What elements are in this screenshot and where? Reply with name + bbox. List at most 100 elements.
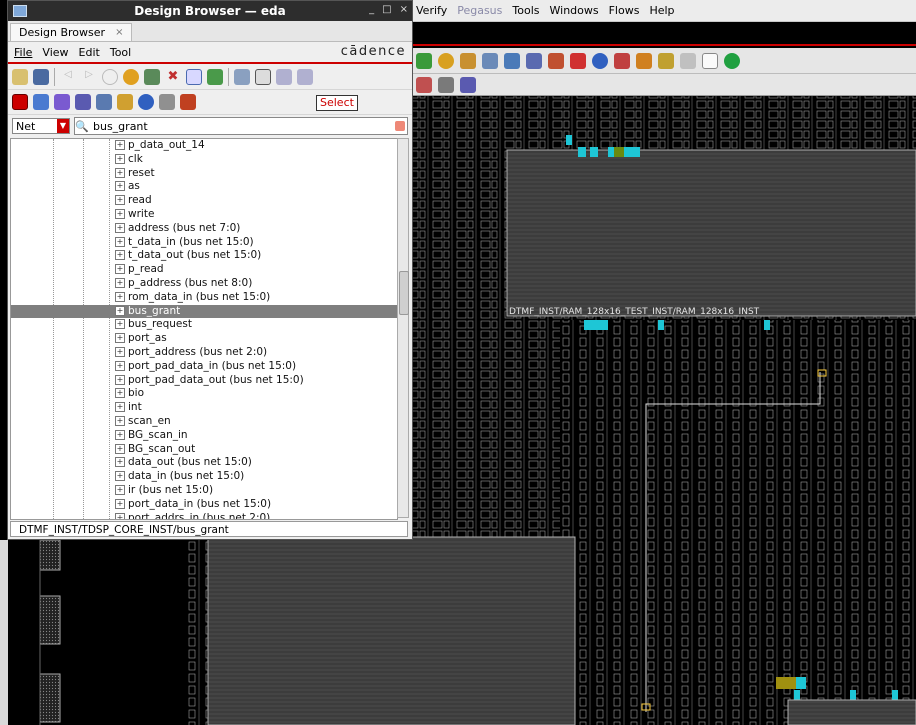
net-icon[interactable] [460,76,476,93]
expand-icon[interactable]: + [115,208,125,219]
copy-icon[interactable] [680,52,696,69]
expand-icon[interactable]: + [115,429,125,440]
main-menu-flows[interactable]: Flows [609,4,640,17]
run-icon[interactable] [724,52,740,69]
tree-scrollbar[interactable] [397,138,409,518]
tree-item[interactable]: + t_data_out (bus net 15:0) [11,249,397,263]
route-icon[interactable] [416,52,432,69]
zoom-fit-icon[interactable] [234,69,250,85]
pin-icon[interactable] [416,76,432,93]
tree-item[interactable]: + p_address (bus net 8:0) [11,277,397,291]
expand-icon[interactable]: + [115,222,125,233]
grid-icon[interactable] [526,52,542,69]
maximize-button[interactable]: □ [382,4,391,15]
expand-icon[interactable]: + [115,484,125,495]
info-icon[interactable] [592,52,608,69]
expand-icon[interactable]: + [115,195,125,206]
scrollbar-thumb[interactable] [399,271,409,315]
user-icon[interactable] [460,52,476,69]
tree-item[interactable]: + t_data_in (bus net 15:0) [11,236,397,250]
bricks-icon[interactable] [180,94,196,110]
tree-item[interactable]: + reset [11,167,397,181]
title-bar[interactable]: Design Browser — eda _ □ × [8,1,412,21]
select-add-icon[interactable] [276,69,292,85]
pencil-icon[interactable] [33,94,49,110]
smile-icon[interactable] [438,52,454,69]
expand-icon[interactable] [207,69,223,85]
tree-item[interactable]: + bus_request [11,318,397,332]
tree-item[interactable]: + port_as [11,332,397,346]
filter-icon[interactable] [186,69,202,85]
tree-item[interactable]: + port_address (bus net 2:0) [11,346,397,360]
schematic-icon[interactable] [117,94,133,110]
expand-icon[interactable]: + [115,471,125,482]
dehighlight-icon[interactable] [96,94,112,110]
expand-icon[interactable]: + [115,181,125,192]
tree-item[interactable]: + clk [11,153,397,167]
expand-icon[interactable]: + [115,250,125,261]
expand-icon[interactable]: + [115,498,125,509]
tree-item[interactable]: + bio [11,387,397,401]
multi-select-icon[interactable] [75,94,91,110]
expand-icon[interactable]: + [115,388,125,399]
tab-close-icon[interactable]: × [115,27,123,38]
menu-view[interactable]: View [42,46,68,59]
expand-icon[interactable]: + [115,167,125,178]
highlight-icon[interactable] [658,52,674,69]
expand-icon[interactable]: + [115,415,125,426]
upload-icon[interactable] [504,52,520,69]
forward-icon[interactable]: ▷ [81,69,97,85]
save-icon[interactable] [33,69,49,85]
hierarchy-icon[interactable] [548,52,564,69]
expand-icon[interactable]: + [115,457,125,468]
tree-item[interactable]: + p_data_out_14 [11,139,397,153]
select-arrow-icon[interactable] [255,69,271,85]
expand-icon[interactable]: + [115,333,125,344]
wand-icon[interactable] [636,52,652,69]
tree-item[interactable]: + scan_en [11,415,397,429]
settings-icon[interactable] [159,94,175,110]
filter-type-select[interactable]: Net ▼ [12,118,70,134]
expand-icon[interactable]: + [115,236,125,247]
expand-icon[interactable]: + [115,264,125,275]
chevron-down-icon[interactable]: ▼ [57,119,69,133]
stop-icon[interactable] [102,69,118,85]
tab-design-browser[interactable]: Design Browser × [10,23,133,41]
expand-icon[interactable]: + [115,374,125,385]
menu-tool[interactable]: Tool [110,46,131,59]
tree-item[interactable]: + write [11,208,397,222]
page-icon[interactable] [702,52,718,69]
info-icon[interactable] [138,94,154,110]
expand-icon[interactable]: + [115,402,125,413]
expand-icon[interactable]: + [115,291,125,302]
main-menu-windows[interactable]: Windows [550,4,599,17]
minimize-button[interactable]: _ [369,4,374,15]
tree-item[interactable]: + port_data_in (bus net 15:0) [11,498,397,512]
expand-icon[interactable]: + [115,319,125,330]
clear-icon[interactable] [395,121,405,131]
tree-item[interactable]: + bus_grant [11,304,397,319]
tree-item[interactable]: + BG_scan_out [11,443,397,457]
tree-item[interactable]: + int [11,401,397,415]
expand-icon[interactable]: + [115,140,125,150]
tree-item[interactable]: + port_pad_data_in (bus net 15:0) [11,360,397,374]
expand-icon[interactable]: + [115,512,125,519]
main-menu-verify[interactable]: Verify [416,4,447,17]
flip-icon[interactable] [482,52,498,69]
tree-item[interactable]: + data_out (bus net 15:0) [11,456,397,470]
tree-item[interactable]: + read [11,194,397,208]
select-remove-icon[interactable] [297,69,313,85]
expand-icon[interactable]: + [115,153,125,164]
main-menu-help[interactable]: Help [649,4,674,17]
highlight-pen-icon[interactable] [54,94,70,110]
menu-file[interactable]: File [14,46,32,59]
close-button[interactable]: × [400,4,408,15]
tree-item[interactable]: + BG_scan_in [11,429,397,443]
menu-edit[interactable]: Edit [79,46,100,59]
cursor-icon[interactable] [438,76,454,93]
tree-item[interactable]: + port_pad_data_out (bus net 15:0) [11,374,397,388]
search-input[interactable] [89,119,395,133]
expand-icon[interactable]: + [115,443,125,454]
net-tree[interactable]: + p_data_out_14 + clk + reset + as + read + write + a… [10,138,398,520]
main-menu-tools[interactable]: Tools [512,4,539,17]
